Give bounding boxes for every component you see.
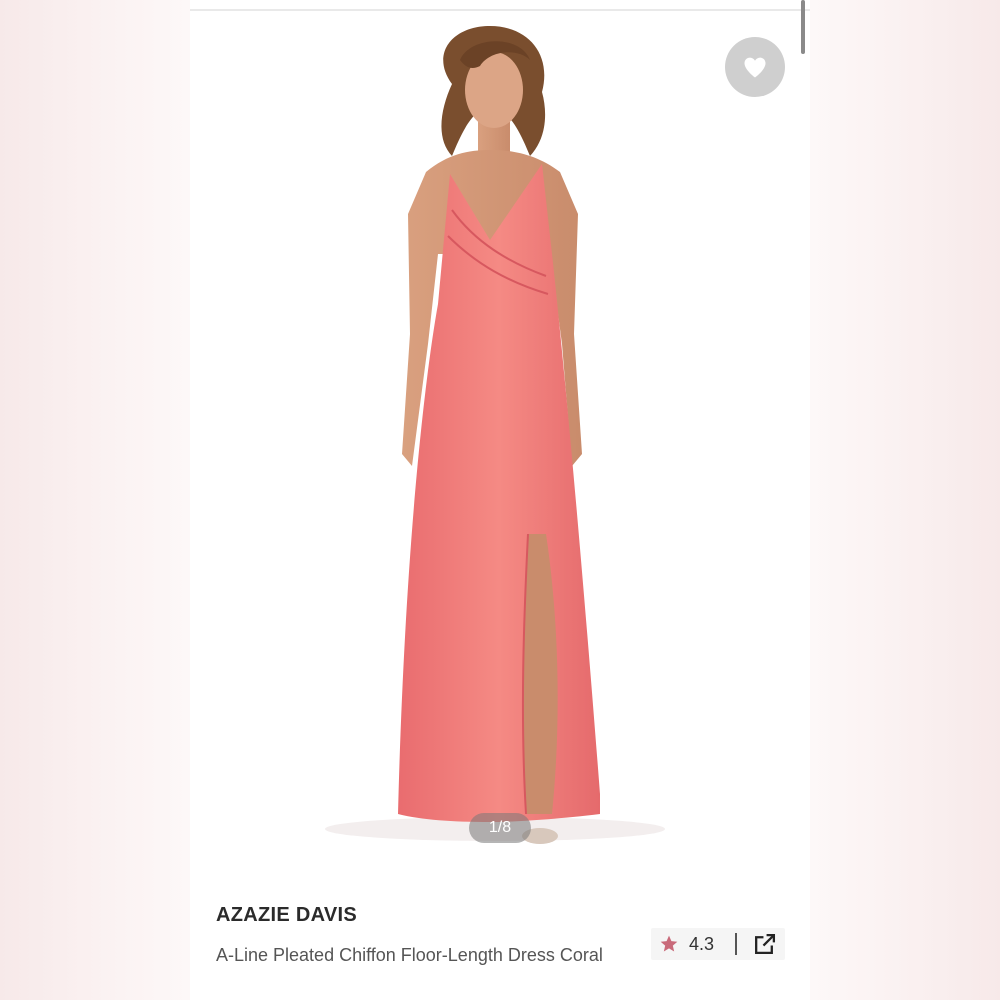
divider	[190, 9, 810, 11]
external-link-icon[interactable]	[752, 932, 777, 957]
product-card: 1/8 AZAZIE DAVIS A-Line Pleated Chiffon …	[190, 0, 810, 1000]
divider	[735, 933, 737, 955]
rating-bar: 4.3	[651, 928, 785, 960]
image-counter: 1/8	[469, 813, 531, 843]
product-image[interactable]	[190, 14, 810, 874]
favorite-button[interactable]	[725, 37, 785, 97]
heart-icon	[744, 57, 766, 78]
product-description[interactable]: A-Line Pleated Chiffon Floor-Length Dres…	[216, 942, 626, 968]
rating-value: 4.3	[689, 934, 715, 954]
product-brand: AZAZIE DAVIS	[216, 904, 358, 926]
star-icon	[660, 935, 678, 952]
